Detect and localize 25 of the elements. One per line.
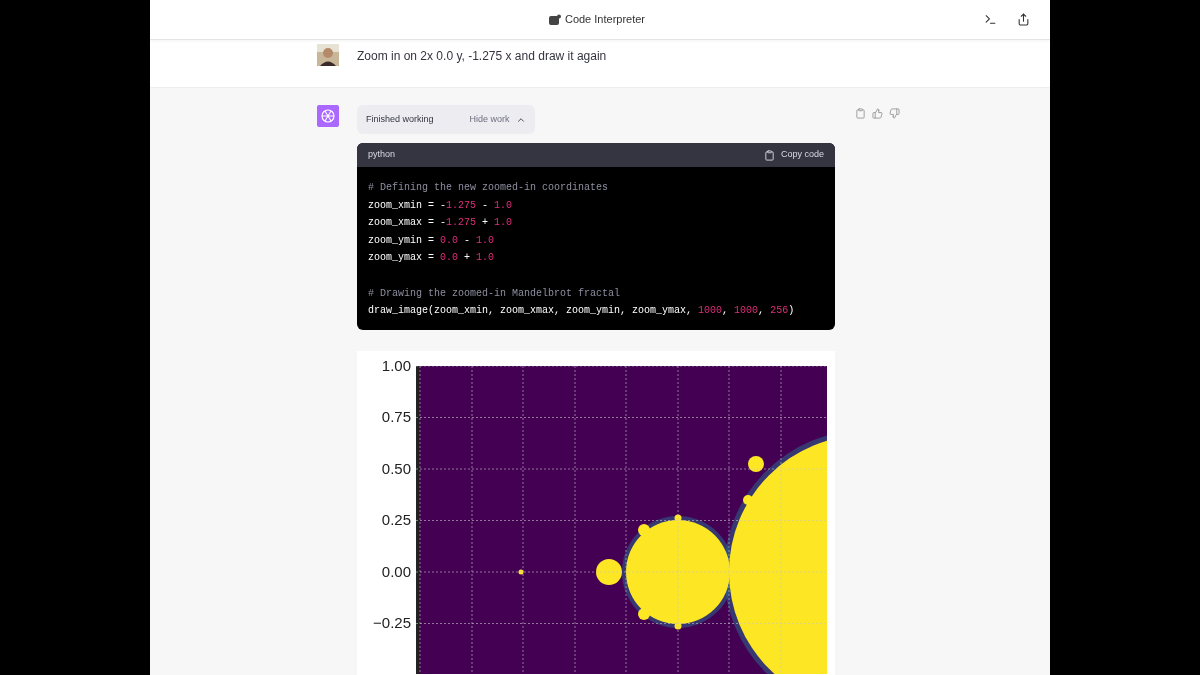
y-tick-label: −0.25 [373, 614, 411, 633]
copy-icon[interactable] [855, 108, 866, 119]
copy-code-button[interactable]: Copy code [763, 148, 824, 162]
thumbs-down-icon[interactable] [889, 108, 900, 119]
user-message: Zoom in on 2x 0.0 y, -1.275 x and draw it again [357, 48, 607, 65]
assistant-logo-icon [317, 105, 339, 127]
code-line: zoom_ymax = 0.0 + 1.0 [368, 251, 496, 266]
y-tick-label: 0.00 [381, 562, 411, 581]
thumbs-up-icon[interactable] [872, 108, 883, 119]
clipboard-icon [763, 149, 775, 161]
code-line: # Defining the new zoomed-in coordinates [368, 181, 610, 195]
share-button[interactable] [1017, 13, 1030, 26]
hide-work-toggle[interactable]: Finished working Hide work [357, 105, 535, 134]
code-language: python [368, 148, 396, 162]
chat-title: Code Interpreter [564, 12, 646, 28]
code-line: zoom_xmin = -1.275 - 1.0 [368, 198, 514, 213]
code-line: zoom_ymin = 0.0 - 1.0 [368, 233, 496, 248]
code-line: # Drawing the zoomed-in Mandelbrot fractal [368, 286, 622, 301]
y-tick-label: 0.25 [381, 511, 411, 530]
y-tick-label: 0.50 [381, 459, 411, 478]
y-tick-label: 1.00 [381, 356, 411, 375]
code-line: draw_image(zoom_xmin, zoom_xmax, zoom_ymin, zoom_ymax, 1000, 1000, 256) [368, 304, 796, 319]
terminal-button[interactable] [984, 13, 997, 26]
y-tick-label: 0.75 [381, 408, 411, 427]
code-line: zoom_xmax = -1.275 + 1.0 [368, 216, 514, 231]
